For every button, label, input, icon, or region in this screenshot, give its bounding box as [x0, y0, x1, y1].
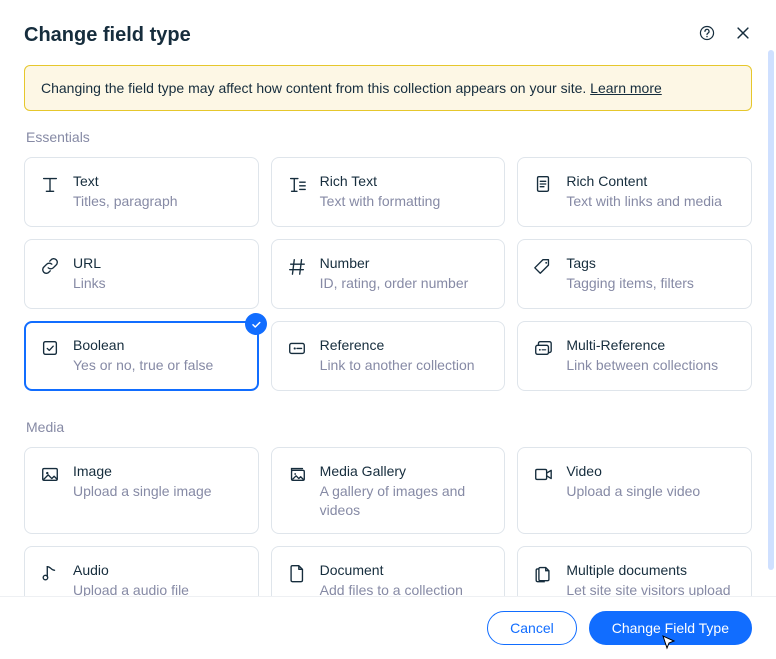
modal-title: Change field type	[24, 24, 698, 47]
field-type-desc: Add files to a collection	[320, 581, 463, 596]
audio-icon	[39, 562, 61, 584]
multi-ref-icon	[532, 337, 554, 359]
hash-icon	[286, 255, 308, 277]
field-type-card-text[interactable]: Text Titles, paragraph	[24, 157, 259, 227]
field-type-name: Reference	[320, 336, 475, 354]
field-type-desc: Upload a audio file	[73, 581, 189, 596]
field-type-name: Audio	[73, 561, 189, 579]
field-type-card-reference[interactable]: Reference Link to another collection	[271, 321, 506, 391]
field-type-desc: Yes or no, true or false	[73, 356, 213, 374]
field-type-desc: Text with formatting	[320, 192, 441, 210]
field-type-desc: Tagging items, filters	[566, 274, 694, 292]
field-type-grid: Text Titles, paragraph Rich Text Text with …	[24, 157, 752, 391]
rich-text-icon	[286, 173, 308, 195]
scrollbar-thumb[interactable]	[768, 50, 774, 570]
learn-more-link[interactable]: Learn more	[590, 80, 662, 96]
warning-banner: Changing the field type may affect how c…	[24, 65, 752, 111]
reference-icon	[286, 337, 308, 359]
change-field-type-modal: Change field type Changing the field typ…	[0, 0, 776, 659]
field-type-card-url[interactable]: URL Links	[24, 239, 259, 309]
field-type-name: Image	[73, 462, 212, 480]
field-type-desc: Titles, paragraph	[73, 192, 178, 210]
field-type-desc: Let site site visitors upload files to a…	[566, 581, 737, 596]
help-icon[interactable]	[698, 24, 716, 42]
modal-header: Change field type	[0, 0, 776, 51]
field-type-name: URL	[73, 254, 106, 272]
cancel-button[interactable]: Cancel	[487, 611, 577, 645]
field-type-name: Boolean	[73, 336, 213, 354]
modal-footer: Cancel Change Field Type	[0, 596, 776, 659]
field-type-desc: Link between collections	[566, 356, 718, 374]
field-type-card-multi-reference[interactable]: Multi-Reference Link between collections	[517, 321, 752, 391]
field-type-desc: ID, rating, order number	[320, 274, 469, 292]
field-type-name: Number	[320, 254, 469, 272]
field-type-desc: Link to another collection	[320, 356, 475, 374]
video-icon	[532, 463, 554, 485]
field-type-card-image[interactable]: Image Upload a single image	[24, 447, 259, 534]
field-type-name: Video	[566, 462, 700, 480]
file-icon	[286, 562, 308, 584]
text-icon	[39, 173, 61, 195]
field-type-card-multi-document[interactable]: Multiple documents Let site site visitors…	[517, 546, 752, 596]
section-label: Essentials	[26, 129, 752, 145]
warning-text: Changing the field type may affect how c…	[41, 80, 590, 96]
field-type-name: Multi-Reference	[566, 336, 718, 354]
field-type-desc: Text with links and media	[566, 192, 722, 210]
field-type-card-document[interactable]: Document Add files to a collection	[271, 546, 506, 596]
image-icon	[39, 463, 61, 485]
modal-body: Changing the field type may affect how c…	[0, 51, 776, 596]
field-type-card-video[interactable]: Video Upload a single video	[517, 447, 752, 534]
multi-file-icon	[532, 562, 554, 584]
close-icon[interactable]	[734, 24, 752, 42]
field-type-desc: Upload a single video	[566, 482, 700, 500]
field-type-name: Document	[320, 561, 463, 579]
field-type-desc: Upload a single image	[73, 482, 212, 500]
field-type-grid: Image Upload a single image Media Gallery A…	[24, 447, 752, 596]
field-type-card-boolean[interactable]: Boolean Yes or no, true or false	[24, 321, 259, 391]
checkbox-icon	[39, 337, 61, 359]
field-type-card-rich-content[interactable]: Rich Content Text with links and media	[517, 157, 752, 227]
field-type-desc: A gallery of images and videos	[320, 482, 491, 518]
change-field-type-button[interactable]: Change Field Type	[589, 611, 752, 645]
document-icon	[532, 173, 554, 195]
field-type-card-media-gallery[interactable]: Media Gallery A gallery of images and vid…	[271, 447, 506, 534]
field-type-card-number[interactable]: Number ID, rating, order number	[271, 239, 506, 309]
link-icon	[39, 255, 61, 277]
field-type-name: Text	[73, 172, 178, 190]
selected-check-icon	[245, 313, 267, 335]
field-type-desc: Links	[73, 274, 106, 292]
section-label: Media	[26, 419, 752, 435]
field-type-name: Tags	[566, 254, 694, 272]
field-type-name: Rich Text	[320, 172, 441, 190]
field-type-name: Media Gallery	[320, 462, 491, 480]
field-type-card-tags[interactable]: Tags Tagging items, filters	[517, 239, 752, 309]
field-type-card-rich-text[interactable]: Rich Text Text with formatting	[271, 157, 506, 227]
field-type-name: Multiple documents	[566, 561, 737, 579]
field-type-card-audio[interactable]: Audio Upload a audio file	[24, 546, 259, 596]
field-type-name: Rich Content	[566, 172, 722, 190]
gallery-icon	[286, 463, 308, 485]
tag-icon	[532, 255, 554, 277]
